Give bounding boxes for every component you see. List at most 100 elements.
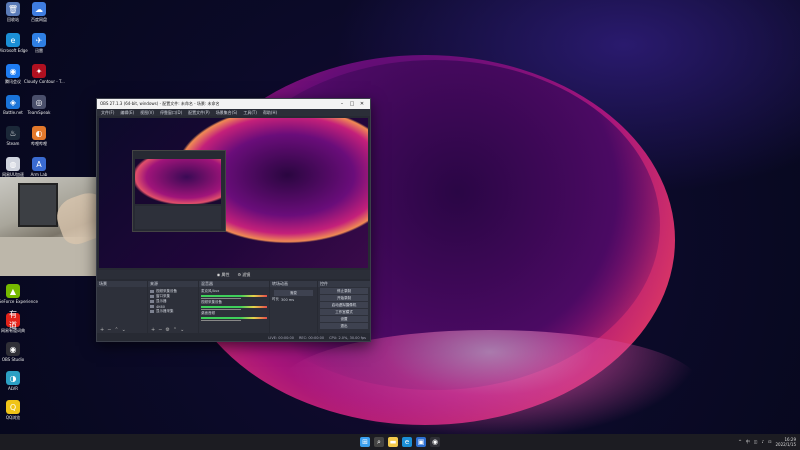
obs-window-title: OBS 27.1.3 (64-bit, windows) - 配置文件: 未命名…: [100, 101, 220, 106]
obs-title-bar[interactable]: OBS 27.1.3 (64-bit, windows) - 配置文件: 未命名…: [97, 99, 370, 109]
nested-preview-docks: [135, 206, 221, 229]
desktop-icon[interactable]: ◑ ALVR: [0, 371, 28, 391]
status-rec: REC: 00:00:00: [298, 335, 325, 340]
scenes-dock: 场景 + − ⌃ ⌄: [97, 281, 147, 333]
control-button[interactable]: 停止录制: [320, 288, 368, 294]
maximize-icon[interactable]: □: [347, 101, 357, 107]
taskbar-apps: ⊞ ⌕ ▬ e ▣ ◉: [360, 437, 440, 447]
desktop-icon-label: 哔哩哔哩: [31, 141, 47, 146]
menu-file[interactable]: 文件(F): [101, 110, 114, 116]
tray-icon[interactable]: ◫: [754, 439, 758, 445]
webcam-monitor: [18, 183, 58, 227]
source-icon: [150, 305, 154, 308]
desktop-icon[interactable]: Q QQ浏览: [0, 400, 28, 420]
tray-icon[interactable]: ♪: [762, 439, 765, 445]
app-icon: ◎: [32, 95, 46, 109]
control-button[interactable]: 退出: [320, 323, 368, 329]
obs-status-bar: LIVE: 00:00:00 REC: 00:00:00 CPU: 2.0%, …: [97, 334, 370, 341]
mixer-track: 桌面音频: [201, 311, 267, 321]
search-icon[interactable]: ⌕: [374, 437, 384, 447]
store-icon[interactable]: ▣: [416, 437, 426, 447]
app-icon: 🗑: [6, 2, 20, 16]
nested-preview-wallpaper: [135, 159, 221, 204]
desktop-icon-label: 百度网盘: [31, 17, 47, 22]
sources-dock: 来源 视频采集设备 窗口采集 显示器 4K60 显示器采集 + − ⚙ ⌃ ⌄: [148, 281, 198, 333]
menu-scene-collection[interactable]: 场景集合(S): [216, 110, 238, 116]
minimize-icon[interactable]: –: [337, 101, 347, 107]
remove-scene-icon[interactable]: −: [107, 327, 111, 333]
mixer-track: 视频采集设备: [201, 300, 267, 310]
app-icon: e: [6, 33, 20, 47]
tray-icon[interactable]: ^: [738, 439, 741, 445]
menu-edit[interactable]: 编辑(E): [120, 110, 134, 116]
volume-meter: [201, 295, 267, 297]
filters-button[interactable]: ⚙ 滤镜: [237, 272, 250, 278]
controls-dock: 控件 停止录制 开始录制 启动虚拟摄像机 工作室模式 设置 退出: [318, 281, 370, 333]
desktop-icon[interactable]: 有道 网易有道词典: [0, 310, 28, 333]
scenes-dock-title: 场景: [97, 281, 147, 287]
mixer-list: 麦克风/Aux 视频采集设备 桌面音频: [199, 287, 269, 324]
app-icon: ◐: [32, 126, 46, 140]
desktop-icon[interactable]: ◐ 哔哩哔哩: [24, 126, 54, 146]
control-button[interactable]: 工作室模式: [320, 309, 368, 315]
app-icon: 有道: [6, 310, 20, 330]
desktop-icon[interactable]: A Arm Lab: [24, 157, 54, 177]
app-icon: ◈: [6, 95, 20, 109]
transition-type-select[interactable]: 渐变: [274, 290, 313, 296]
add-source-icon[interactable]: +: [151, 327, 155, 333]
source-icon: [150, 300, 154, 303]
system-tray: ^ 中 ◫ ♪ ⊡ 16:29 2022/1/15: [738, 436, 796, 448]
controls-dock-title: 控件: [318, 281, 370, 287]
app-icon: A: [32, 157, 46, 171]
clock[interactable]: 16:29 2022/1/15: [775, 437, 796, 447]
volume-slider[interactable]: [201, 298, 241, 299]
move-down-icon[interactable]: ⌄: [122, 327, 126, 333]
app-icon: ▲: [6, 284, 20, 298]
source-icon: [150, 310, 154, 313]
source-settings-icon[interactable]: ⚙: [165, 327, 169, 333]
scenes-dock-footer: + − ⌃ ⌄: [97, 326, 150, 333]
explorer-icon[interactable]: ▬: [388, 437, 398, 447]
start-icon[interactable]: ⊞: [360, 437, 370, 447]
desktop-icon-label: OBS Studio: [1, 357, 25, 362]
menu-help[interactable]: 帮助(H): [263, 110, 277, 116]
desktop-icon[interactable]: ◎ TeamSpeak: [24, 95, 54, 115]
move-up-icon[interactable]: ⌃: [114, 327, 118, 333]
desktop-icon[interactable]: ☁ 百度网盘: [24, 2, 54, 22]
control-button[interactable]: 设置: [320, 316, 368, 322]
source-up-icon[interactable]: ⌃: [173, 327, 177, 333]
properties-button[interactable]: ◉ 属性: [217, 272, 230, 278]
close-icon[interactable]: ✕: [357, 101, 367, 107]
remove-source-icon[interactable]: −: [158, 327, 162, 333]
menu-docks[interactable]: 停靠窗口(D): [160, 110, 182, 116]
add-scene-icon[interactable]: +: [100, 327, 104, 333]
clock-date: 2022/1/15: [775, 442, 796, 447]
app-icon: ☁: [32, 2, 46, 16]
menu-tools[interactable]: 工具(T): [243, 110, 257, 116]
menu-view[interactable]: 视图(V): [140, 110, 154, 116]
volume-meter: [201, 306, 267, 308]
volume-slider[interactable]: [201, 320, 241, 321]
duration-input[interactable]: 300 ms: [281, 298, 294, 302]
edge-icon[interactable]: e: [402, 437, 412, 447]
app-icon: ◍: [6, 157, 20, 171]
obs-window[interactable]: OBS 27.1.3 (64-bit, windows) - 配置文件: 未命名…: [96, 98, 371, 342]
desktop-icon[interactable]: ◉ OBS Studio: [0, 342, 28, 362]
control-button[interactable]: 启动虚拟摄像机: [320, 302, 368, 308]
control-button[interactable]: 开始录制: [320, 295, 368, 301]
tray-icon[interactable]: ⊡: [768, 439, 771, 445]
desktop-icon[interactable]: ✈ 迅雷: [24, 33, 54, 53]
volume-meter: [201, 317, 267, 319]
obs-preview[interactable]: [99, 118, 368, 268]
mixer-track-name: 视频采集设备: [201, 300, 222, 304]
source-item[interactable]: 显示器采集: [150, 309, 196, 314]
desktop-icon[interactable]: ✦ Cloudy Contour - T...: [24, 64, 65, 84]
source-icon: [150, 295, 154, 298]
source-down-icon[interactable]: ⌄: [180, 327, 184, 333]
tray-icon[interactable]: 中: [746, 439, 750, 445]
obs-icon[interactable]: ◉: [430, 437, 440, 447]
desktop-icon[interactable]: ▲ GeForce Experience: [0, 284, 38, 304]
menu-profile[interactable]: 配置文件(P): [188, 110, 210, 116]
volume-slider[interactable]: [201, 309, 241, 310]
sources-list: 视频采集设备 窗口采集 显示器 4K60 显示器采集: [148, 287, 198, 316]
